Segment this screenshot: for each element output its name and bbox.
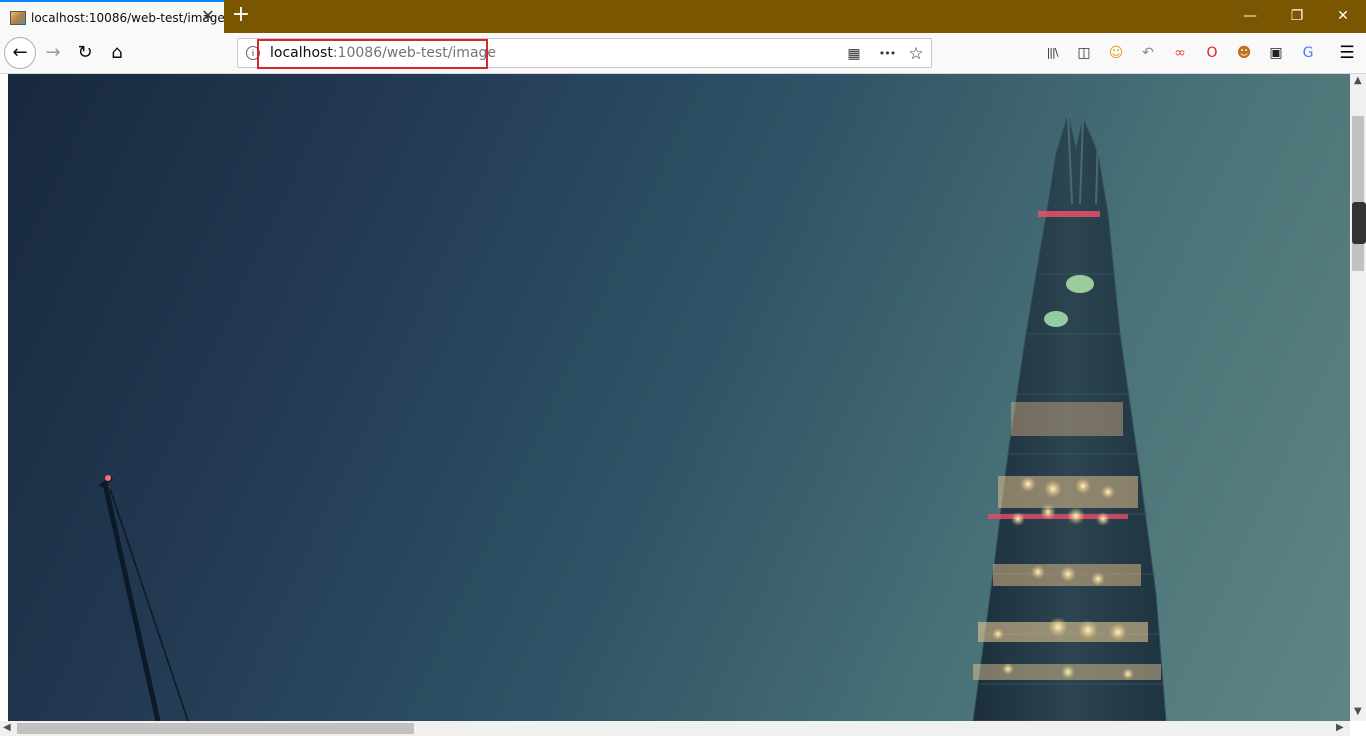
scroll-down-icon[interactable]: ▼ (1354, 706, 1362, 717)
close-tab-icon[interactable]: ✕ (200, 8, 216, 24)
vertical-scrollbar[interactable]: ▲ ▼ (1350, 74, 1366, 721)
horizontal-scrollbar[interactable]: ◀ ▶ (0, 721, 1350, 736)
bookmark-star-icon[interactable]: ☆ (907, 45, 925, 63)
translate-extension-icon[interactable]: G (1298, 43, 1318, 63)
new-tab-button[interactable]: + (230, 4, 252, 26)
title-bar: localhost:10086/web-test/image ✕ + — ❐ ✕ (0, 0, 1366, 33)
vertical-scroll-thumb[interactable] (1352, 116, 1364, 271)
tab-active[interactable]: localhost:10086/web-test/image ✕ (0, 0, 225, 33)
reload-button[interactable]: ↻ (70, 38, 100, 68)
scroll-up-icon[interactable]: ▲ (1354, 75, 1362, 86)
image-favicon-icon (10, 11, 26, 25)
menu-icon[interactable]: ☰ (1337, 43, 1357, 63)
side-panel-grip[interactable] (1352, 202, 1366, 244)
page-actions-icon[interactable]: ••• (878, 45, 896, 63)
tower-photo (98, 112, 1167, 721)
restore-button[interactable]: ❐ (1287, 6, 1307, 26)
page-image (8, 74, 1350, 721)
tower (972, 112, 1167, 721)
minimize-button[interactable]: — (1240, 6, 1260, 26)
library-icon[interactable]: |||\ (1042, 43, 1062, 63)
sidebar-icon[interactable]: ◫ (1074, 43, 1094, 63)
opera-extension-icon[interactable]: O (1202, 43, 1222, 63)
glasses-extension-icon[interactable]: ∞ (1170, 43, 1190, 63)
tab-extension-icon[interactable]: ▣ (1266, 43, 1286, 63)
close-window-button[interactable]: ✕ (1333, 6, 1353, 26)
tab-title: localhost:10086/web-test/image (31, 11, 225, 25)
nerd-extension-icon[interactable]: ☻ (1234, 43, 1254, 63)
url-highlight-box (257, 39, 488, 69)
nav-bar: ← → ↻ ⌂ i localhost:10086/web-test/image… (0, 33, 1366, 74)
back-button[interactable]: ← (4, 37, 36, 69)
scroll-left-icon[interactable]: ◀ (3, 722, 11, 733)
crane (98, 475, 189, 721)
home-button[interactable]: ⌂ (102, 38, 132, 68)
horizontal-scroll-thumb[interactable] (17, 723, 414, 734)
forward-button[interactable]: → (38, 38, 68, 68)
qr-code-icon[interactable]: ▦ (845, 45, 863, 63)
undo-extension-icon[interactable]: ↶ (1138, 43, 1158, 63)
scroll-right-icon[interactable]: ▶ (1336, 722, 1344, 733)
extension-face-icon[interactable]: ☺ (1106, 43, 1126, 63)
url-bar[interactable]: i localhost:10086/web-test/image ▦ ••• ☆ (237, 38, 932, 69)
